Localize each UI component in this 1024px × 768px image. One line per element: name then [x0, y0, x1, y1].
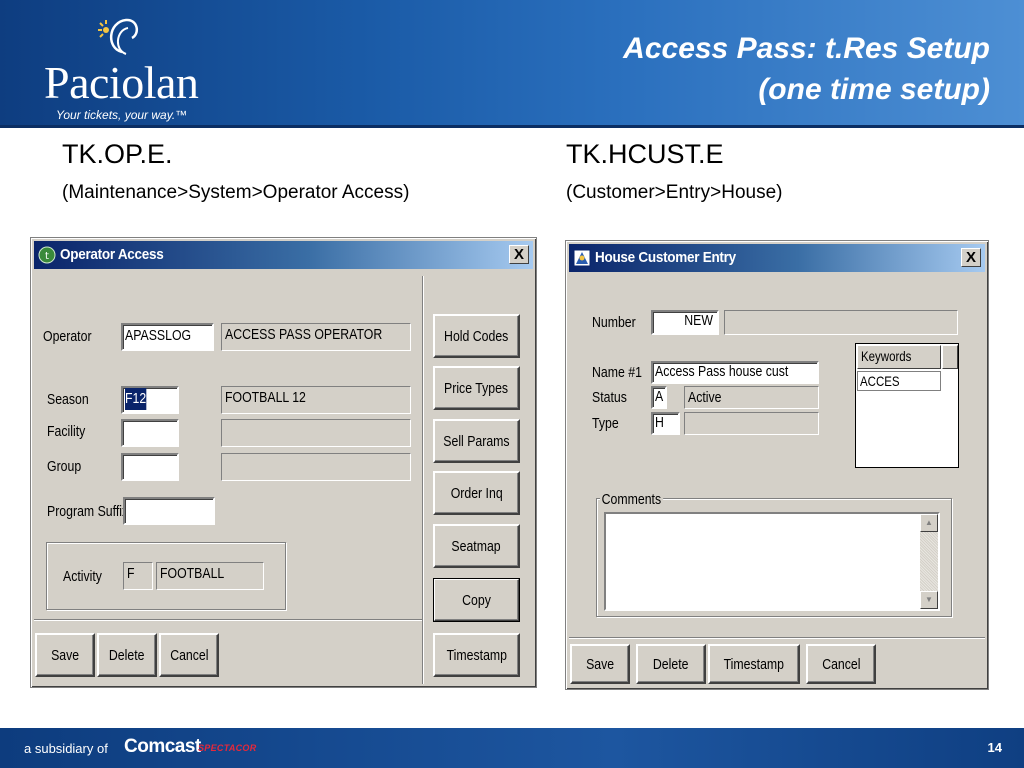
season-label: Season [47, 391, 89, 408]
order-inq-button[interactable]: Order Inq [433, 471, 520, 515]
type-description [684, 412, 819, 435]
operator-access-title: Operator Access [60, 246, 164, 263]
slide-title: Access Pass: t.Res Setup (one time setup… [623, 28, 990, 110]
header-band: Paciolan Your tickets, your way.™ Access… [0, 0, 1024, 128]
status-input[interactable]: A [651, 386, 667, 409]
season-description: FOOTBALL 12 [221, 386, 411, 414]
timestamp-button[interactable]: Timestamp [433, 633, 520, 677]
sell-params-button[interactable]: Sell Params [433, 419, 520, 463]
comments-scrollbar[interactable]: ▲ ▼ [920, 514, 938, 609]
operator-label: Operator [43, 328, 92, 345]
right-section-path: (Customer>Entry>House) [566, 182, 783, 203]
comments-label: Comments [600, 491, 663, 508]
facility-input[interactable] [121, 419, 179, 447]
close-icon[interactable]: X [961, 248, 981, 267]
delete-button[interactable]: Delete [97, 633, 157, 677]
save-button[interactable]: Save [570, 644, 630, 684]
program-suffix-label: Program Suffix [47, 503, 129, 520]
svg-text:t: t [45, 251, 49, 262]
program-suffix-input[interactable] [123, 497, 215, 525]
facility-label: Facility [47, 423, 86, 440]
activity-label: Activity [63, 568, 102, 585]
cancel-button[interactable]: Cancel [159, 633, 219, 677]
horizontal-divider [34, 619, 422, 621]
operator-access-window: t Operator Access X Operator APASSLOG AC… [30, 237, 537, 688]
vertical-divider [422, 276, 424, 684]
footer-band: a subsidiary of Comcast SPECTACOR 14 [0, 728, 1024, 768]
logo-tagline: Your tickets, your way.™ [56, 108, 188, 122]
keyword-item[interactable]: ACCES [857, 371, 941, 391]
facility-description [221, 419, 411, 447]
cancel-button[interactable]: Cancel [806, 644, 876, 684]
title-line-1: Access Pass: t.Res Setup [623, 32, 990, 65]
comcast-logo: Comcast [124, 736, 201, 757]
name-label: Name #1 [592, 364, 642, 381]
left-section-code: TK.OP.E. [62, 139, 173, 169]
operator-description: ACCESS PASS OPERATOR [221, 323, 411, 351]
save-button[interactable]: Save [35, 633, 95, 677]
copy-button[interactable]: Copy [433, 578, 520, 622]
keywords-header-end [942, 345, 958, 369]
scroll-down-icon[interactable]: ▼ [920, 591, 938, 609]
comments-textarea[interactable]: ▲ ▼ [604, 512, 940, 611]
title-line-2: (one time setup) [758, 73, 990, 106]
right-section-code: TK.HCUST.E [566, 139, 724, 169]
timestamp-button[interactable]: Timestamp [708, 644, 800, 684]
operator-input[interactable]: APASSLOG [121, 323, 214, 351]
seatmap-button[interactable]: Seatmap [433, 524, 520, 568]
house-customer-entry-window: House Customer Entry X Number NEW Name #… [565, 240, 989, 690]
status-description: Active [684, 386, 819, 409]
number-label: Number [592, 314, 636, 331]
delete-button[interactable]: Delete [636, 644, 706, 684]
status-label: Status [592, 389, 627, 406]
logo-wordmark: Paciolan [44, 57, 199, 108]
number-input[interactable]: NEW [651, 310, 719, 335]
price-types-button[interactable]: Price Types [433, 366, 520, 410]
house-customer-title: House Customer Entry [595, 249, 736, 266]
season-input[interactable]: F12 [121, 386, 179, 414]
house-customer-titlebar[interactable]: House Customer Entry X [569, 244, 985, 272]
keywords-list[interactable]: Keywords ACCES [855, 343, 959, 468]
activity-code: F [123, 562, 153, 590]
group-input[interactable] [121, 453, 179, 481]
keywords-header[interactable]: Keywords [857, 345, 941, 369]
close-icon[interactable]: X [509, 245, 529, 264]
number-description [724, 310, 958, 335]
slide: Paciolan Your tickets, your way.™ Access… [0, 0, 1024, 768]
logo-swirl-icon [98, 18, 139, 55]
type-label: Type [592, 415, 619, 432]
scroll-up-icon[interactable]: ▲ [920, 514, 938, 532]
type-input[interactable]: H [651, 412, 680, 435]
group-description [221, 453, 411, 481]
spectacor-logo: SPECTACOR [198, 743, 257, 753]
paciolan-logo: Paciolan Your tickets, your way.™ [44, 6, 224, 124]
operator-access-titlebar[interactable]: t Operator Access X [34, 241, 533, 269]
horizontal-divider [569, 637, 985, 639]
page-number: 14 [987, 740, 1002, 755]
group-label: Group [47, 458, 82, 475]
hold-codes-button[interactable]: Hold Codes [433, 314, 520, 358]
app-icon [573, 249, 591, 267]
name-input[interactable]: Access Pass house cust [651, 361, 819, 384]
app-icon: t [38, 246, 56, 264]
activity-description: FOOTBALL [156, 562, 264, 590]
subsidiary-text: a subsidiary of [24, 741, 108, 756]
left-section-path: (Maintenance>System>Operator Access) [62, 182, 410, 203]
